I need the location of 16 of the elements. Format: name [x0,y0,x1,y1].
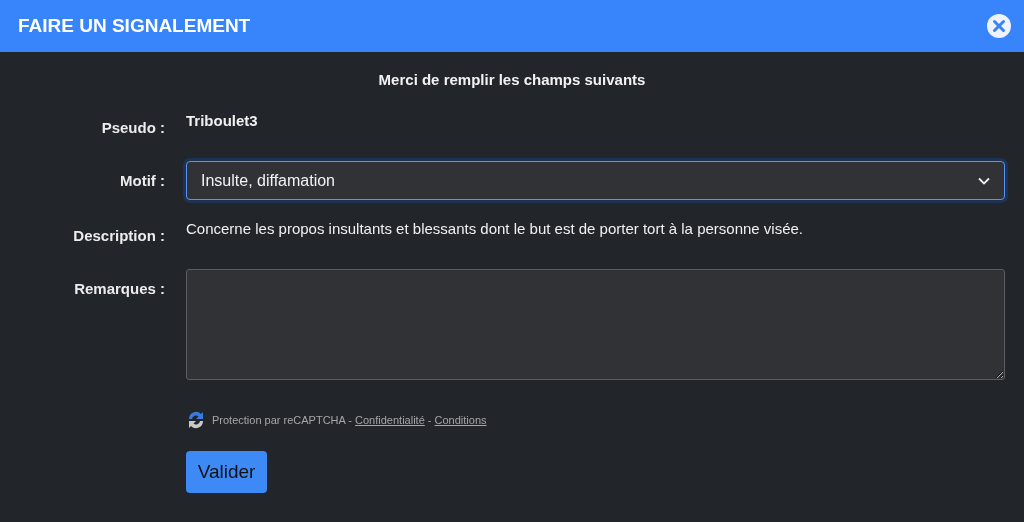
field-label: Pseudo : [100,118,165,137]
chevron-down-icon [978,176,990,185]
field-label: Remarques : [73,279,165,299]
intro-text: Merci de remplir les champs suivants [377,70,647,88]
field-label: Motif : [119,171,165,190]
policy-link[interactable]: Confidentialité [355,414,425,426]
submit-button[interactable]: Valider [186,451,267,493]
field-label: Description : [72,226,165,245]
close-icon[interactable] [987,14,1011,38]
field-value: Triboulet3 [186,111,259,131]
motif-select[interactable]: Insulte, diffamation [186,161,1005,200]
recaptcha-icon [186,410,206,430]
recaptcha-notice: Protection par reCAPTCHA - Confidentialité - Conditions [212,414,487,426]
field-value: Concerne les propos insultants et blessants dont le but est de porter tort à la personne visée. [186,219,805,239]
dialog-title: FAIRE UN SIGNALEMENT [18,15,251,37]
policy-link[interactable]: Conditions [434,414,487,426]
